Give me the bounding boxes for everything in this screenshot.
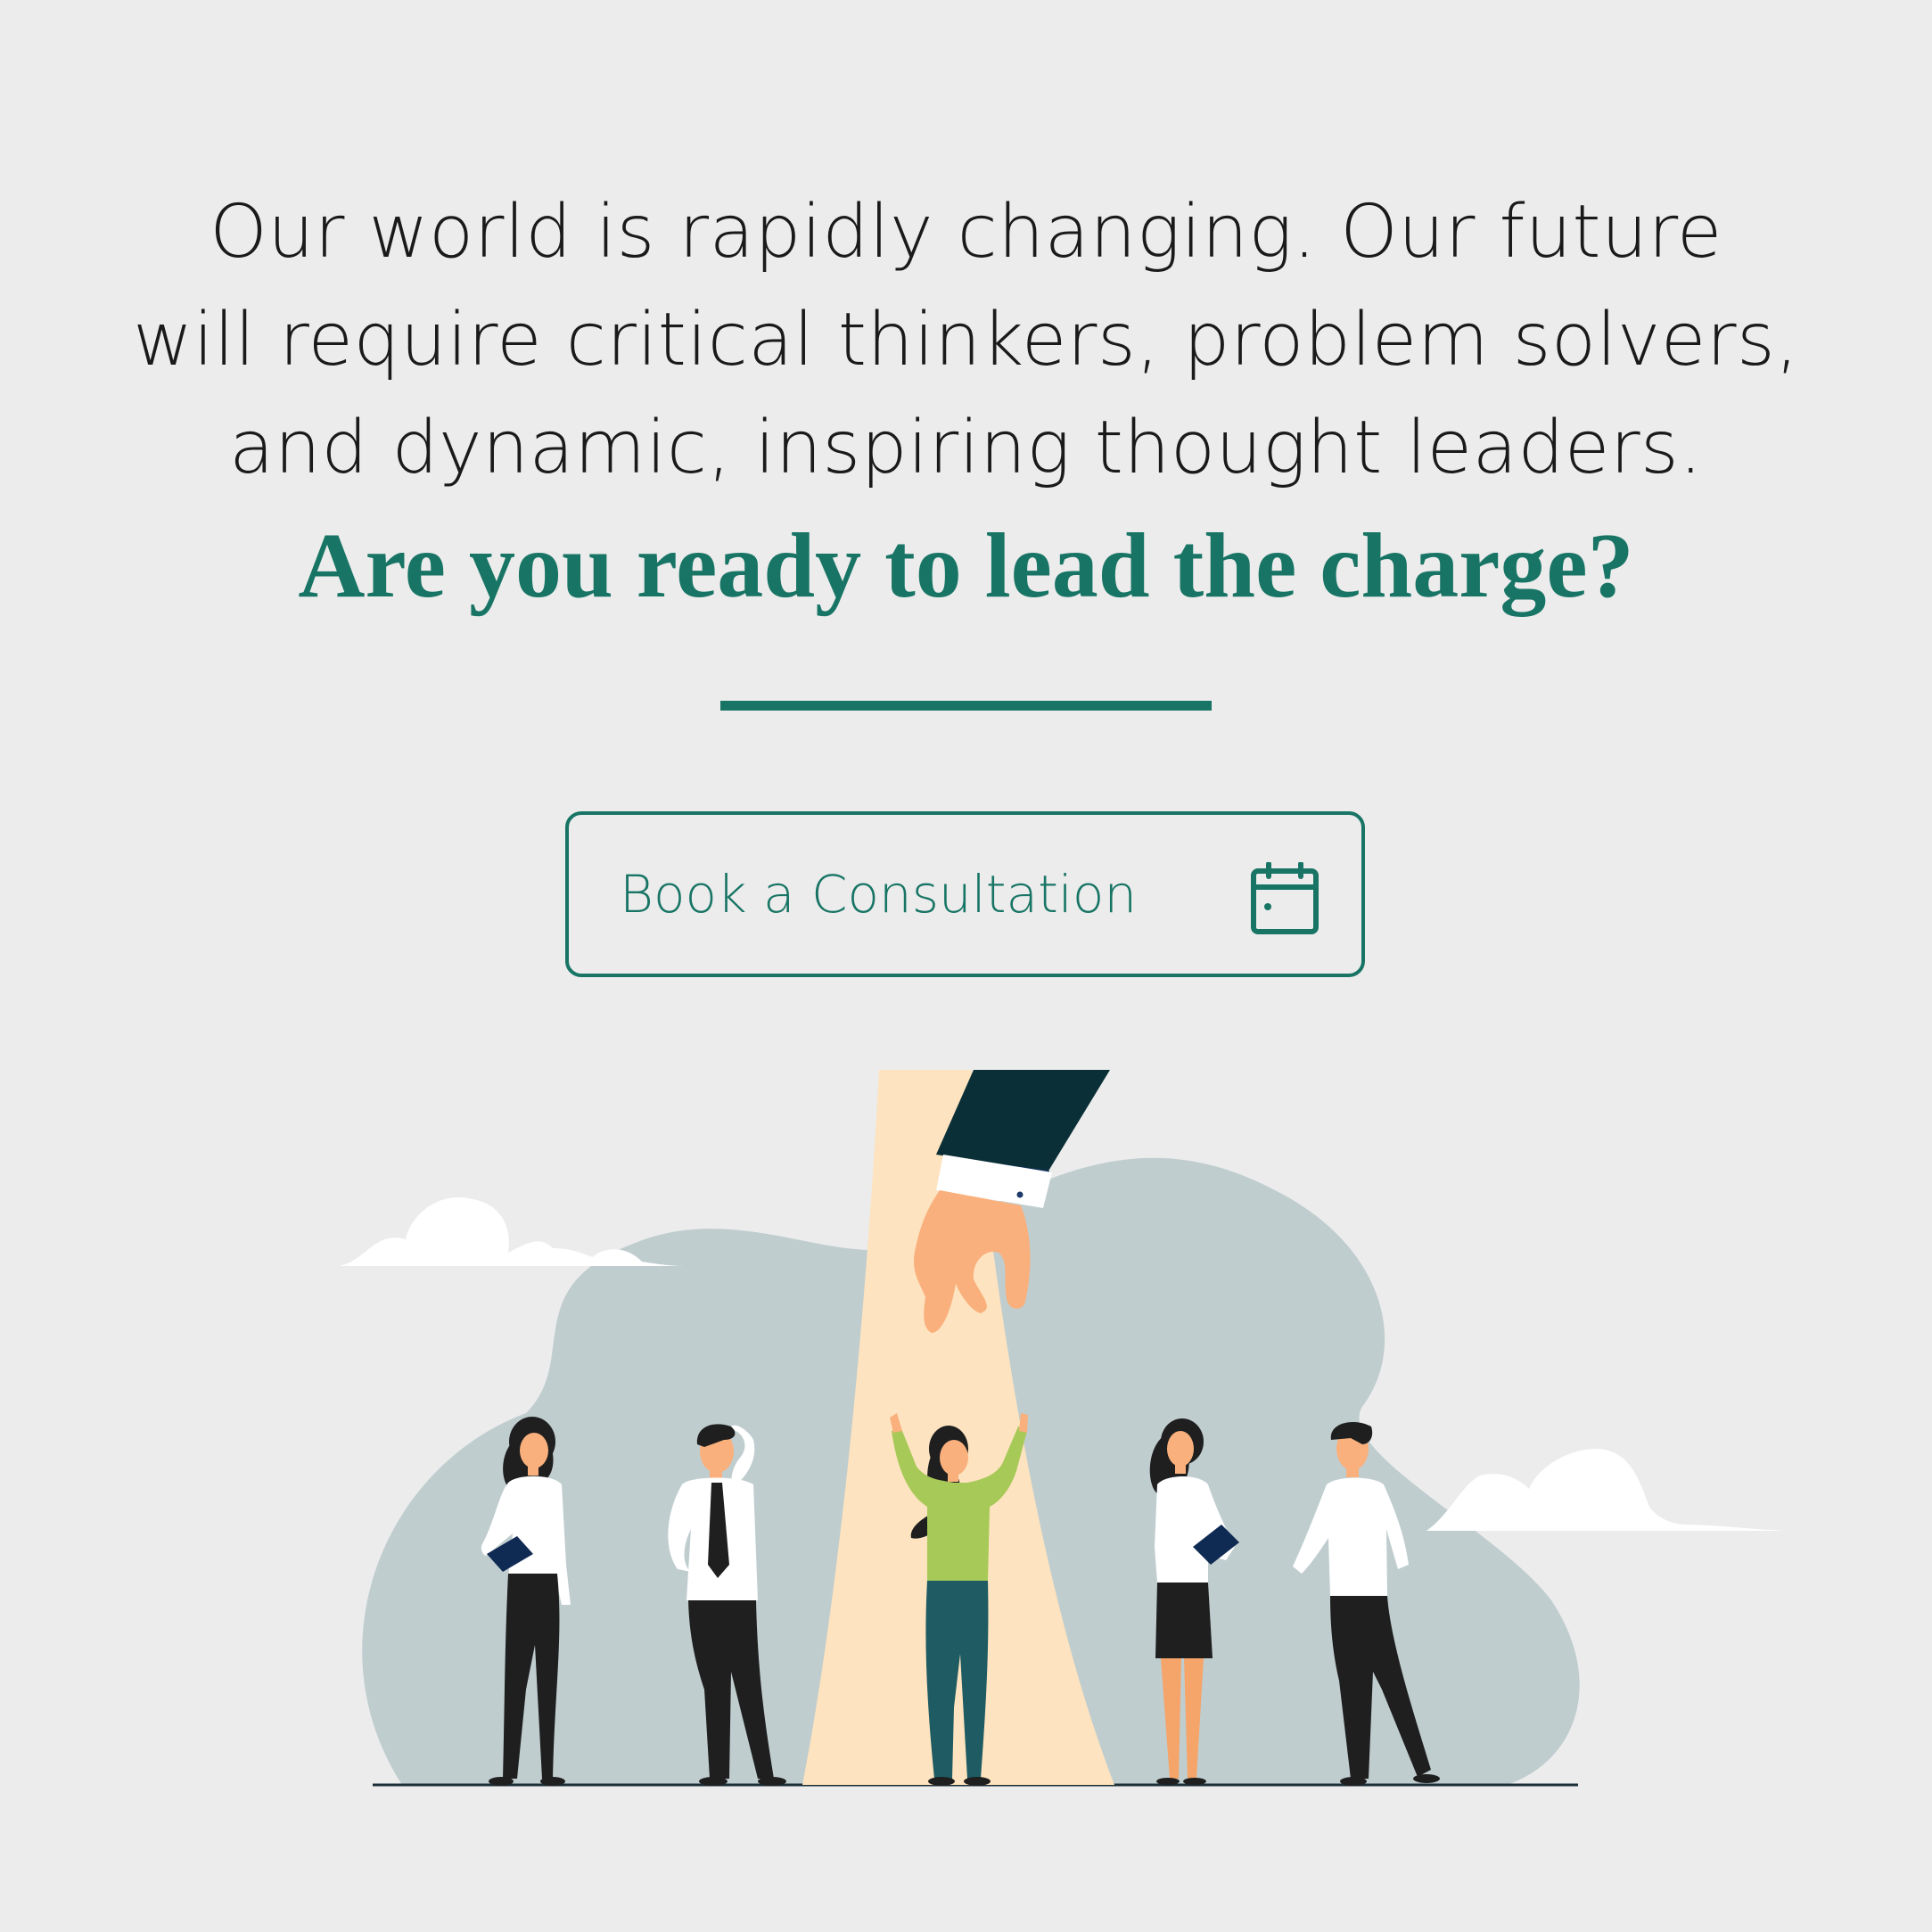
cloud-icon [1426,1449,1788,1531]
illustration [339,1070,1788,1787]
intro-line-1: Our world is rapidly changing. Our futur… [210,190,1722,275]
book-consultation-label: Book a Consultation [620,864,1138,925]
cloud-icon [339,1197,686,1266]
intro-line-3: and dynamic, inspiring thought leaders. [229,406,1703,490]
book-consultation-button[interactable]: Book a Consultation [565,811,1365,977]
intro-line-2: will require critical thinkers, problem … [133,298,1799,382]
headline: Are you ready to lead the charge? [298,514,1634,617]
divider [720,701,1212,711]
intro-paragraph: Our world is rapidly changing. Our futur… [0,178,1932,502]
calendar-icon [1251,862,1319,934]
